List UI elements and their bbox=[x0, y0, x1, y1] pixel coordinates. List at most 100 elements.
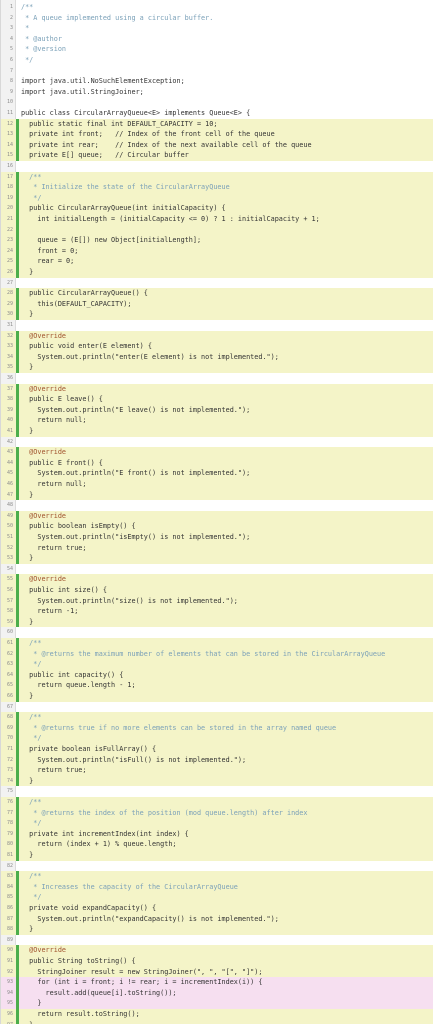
code-line[interactable]: 24 front = 0; bbox=[1, 245, 433, 257]
code-line[interactable]: 62 * @returns the maximum number of elem… bbox=[1, 648, 433, 660]
code-line[interactable]: 58 return -1; bbox=[1, 606, 433, 617]
code-line[interactable]: 54 bbox=[1, 564, 433, 575]
code-line[interactable]: 59 } bbox=[1, 616, 433, 628]
code-line[interactable]: 26 } bbox=[1, 267, 433, 278]
code-line[interactable]: 1 /** bbox=[1, 2, 433, 13]
code-line[interactable]: 86 private void expandCapacity() { bbox=[1, 903, 433, 914]
code-line[interactable]: 64 public int capacity() { bbox=[1, 669, 433, 681]
code-line[interactable]: 70 */ bbox=[1, 733, 433, 744]
code-line[interactable]: 17 /** bbox=[1, 171, 433, 183]
code-line[interactable]: 33 public void enter(E element) { bbox=[1, 341, 433, 352]
code-line[interactable]: 90 @Override bbox=[1, 945, 433, 956]
code-line[interactable]: 85 */ bbox=[1, 892, 433, 903]
code-line[interactable]: 14 private int rear; // Index of the nex… bbox=[1, 139, 433, 151]
code-line[interactable]: 45 System.out.println("E front() is not … bbox=[1, 468, 433, 479]
code-text: return queue.length - 1; bbox=[21, 681, 136, 690]
code-line[interactable]: 3 * bbox=[1, 23, 433, 34]
code-line[interactable]: 19 */ bbox=[1, 192, 433, 204]
code-line[interactable]: 41 } bbox=[1, 426, 433, 437]
code-line[interactable]: 2 * A queue implemented using a circular… bbox=[1, 13, 433, 24]
code-line[interactable]: 75 bbox=[1, 786, 433, 797]
code-line[interactable]: 4 * @author bbox=[1, 34, 433, 45]
code-line[interactable]: 28 public CircularArrayQueue() { bbox=[1, 288, 433, 299]
code-line[interactable]: 73 return true; bbox=[1, 765, 433, 776]
code-line[interactable]: 16 bbox=[1, 161, 433, 172]
code-line[interactable]: 65 return queue.length - 1; bbox=[1, 680, 433, 691]
code-line[interactable]: 79 private int incrementIndex(int index)… bbox=[1, 828, 433, 840]
code-line[interactable]: 42 bbox=[1, 437, 433, 448]
code-line[interactable]: 61 /** bbox=[1, 638, 433, 649]
code-line[interactable]: 13 private int front; // Index of the fr… bbox=[1, 129, 433, 140]
code-line[interactable]: 15 private E[] queue; // Circular buffer bbox=[1, 150, 433, 161]
code-line[interactable]: 49 @Override bbox=[1, 510, 433, 522]
code-line[interactable]: 27 bbox=[1, 278, 433, 289]
code-line[interactable]: 5 * @version bbox=[1, 44, 433, 55]
code-line[interactable]: 32 @Override bbox=[1, 330, 433, 342]
code-line[interactable]: 11 public class CircularArrayQueue<E> imp… bbox=[1, 108, 433, 119]
code-line[interactable]: 6 */ bbox=[1, 55, 433, 66]
code-line[interactable]: 30 } bbox=[1, 309, 433, 320]
code-line[interactable]: 56 public int size() { bbox=[1, 585, 433, 596]
code-line[interactable]: 55 @Override bbox=[1, 574, 433, 585]
line-number: 69 bbox=[6, 724, 13, 731]
code-line[interactable]: 82 bbox=[1, 861, 433, 872]
code-line[interactable]: 10 bbox=[1, 97, 433, 108]
code-line[interactable]: 68 /** bbox=[1, 712, 433, 723]
code-line[interactable]: 31 bbox=[1, 320, 433, 331]
code-line[interactable]: 74 } bbox=[1, 775, 433, 787]
code-editor[interactable]: 1 /** 2 * A queue implemented using a circ… bbox=[0, 0, 433, 1024]
code-line[interactable]: 25 rear = 0; bbox=[1, 256, 433, 267]
code-line[interactable]: 36 bbox=[1, 373, 433, 384]
code-line[interactable]: 63 */ bbox=[1, 659, 433, 670]
code-line[interactable]: 83 /** bbox=[1, 871, 433, 882]
code-line[interactable]: 44 public E front() { bbox=[1, 457, 433, 469]
code-line[interactable]: 23 queue = (E[]) new Object[initialLengt… bbox=[1, 235, 433, 246]
code-line[interactable]: 52 return true; bbox=[1, 542, 433, 554]
code-line[interactable]: 89 bbox=[1, 935, 433, 946]
code-line[interactable]: 95 } bbox=[1, 998, 433, 1009]
code-line[interactable]: 92 StringJoiner result = new StringJoine… bbox=[1, 966, 433, 978]
code-line[interactable]: 77 * @returns the index of the position … bbox=[1, 807, 433, 819]
code-line[interactable]: 21 int initialLength = (initialCapacity … bbox=[1, 214, 433, 225]
code-line[interactable]: 50 public boolean isEmpty() { bbox=[1, 521, 433, 532]
code-line[interactable]: 96 return result.toString(); bbox=[1, 1009, 433, 1020]
code-line[interactable]: 9 import java.util.StringJoiner; bbox=[1, 87, 433, 98]
code-line[interactable]: 84 * Increases the capacity of the Circu… bbox=[1, 881, 433, 893]
code-line[interactable]: 48 bbox=[1, 500, 433, 511]
code-line[interactable]: 12 public static final int DEFAULT_CAPAC… bbox=[1, 118, 433, 130]
code-line[interactable]: 72 System.out.println("isFull() is not i… bbox=[1, 754, 433, 766]
code-line[interactable]: 43 @Override bbox=[1, 447, 433, 458]
code-line[interactable]: 67 bbox=[1, 702, 433, 713]
code-line[interactable]: 38 public E leave() { bbox=[1, 394, 433, 405]
code-line[interactable]: 22 bbox=[1, 224, 433, 236]
code-line[interactable]: 51 System.out.println("isEmpty() is not … bbox=[1, 532, 433, 543]
code-line[interactable]: 69 * @returns true if no more elements c… bbox=[1, 722, 433, 734]
code-line[interactable]: 18 * Initialize the state of the Circula… bbox=[1, 182, 433, 193]
code-line[interactable]: 37 @Override bbox=[1, 383, 433, 395]
code-line[interactable]: 60 bbox=[1, 627, 433, 638]
code-line[interactable]: 20 public CircularArrayQueue(int initial… bbox=[1, 203, 433, 214]
code-line[interactable]: 78 */ bbox=[1, 818, 433, 829]
code-line[interactable]: 47 } bbox=[1, 489, 433, 501]
code-line[interactable]: 57 System.out.println("size() is not imp… bbox=[1, 595, 433, 607]
code-line[interactable]: 66 } bbox=[1, 691, 433, 702]
code-line[interactable]: 76 /** bbox=[1, 797, 433, 808]
code-line[interactable]: 94 result.add(queue[i].toString()); bbox=[1, 987, 433, 999]
code-line[interactable]: 97 } bbox=[1, 1019, 433, 1024]
code-line[interactable]: 87 System.out.println("expandCapacity() … bbox=[1, 913, 433, 925]
code-line[interactable]: 71 private boolean isFullArray() { bbox=[1, 744, 433, 755]
code-line[interactable]: 80 return (index + 1) % queue.length; bbox=[1, 839, 433, 850]
code-line[interactable]: 35 } bbox=[1, 362, 433, 373]
code-line[interactable]: 81 } bbox=[1, 850, 433, 861]
code-line[interactable]: 39 System.out.println("E leave() is not … bbox=[1, 404, 433, 416]
code-line[interactable]: 46 return null; bbox=[1, 479, 433, 490]
code-line[interactable]: 88 } bbox=[1, 924, 433, 935]
code-line[interactable]: 93 for (int i = front; i != rear; i = in… bbox=[1, 977, 433, 988]
code-line[interactable]: 40 return null; bbox=[1, 415, 433, 426]
code-line[interactable]: 7 bbox=[1, 66, 433, 77]
code-line[interactable]: 34 System.out.println("enter(E element) … bbox=[1, 351, 433, 363]
code-line[interactable]: 91 public String toString() { bbox=[1, 956, 433, 967]
code-line[interactable]: 29 this(DEFAULT_CAPACITY); bbox=[1, 298, 433, 310]
code-line[interactable]: 53 } bbox=[1, 553, 433, 564]
code-line[interactable]: 8 import java.util.NoSuchElementException… bbox=[1, 76, 433, 87]
